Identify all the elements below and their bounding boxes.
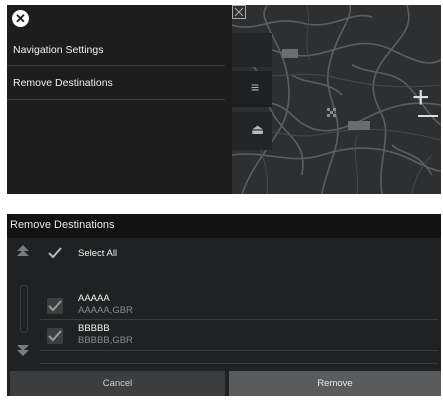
- select-all-row[interactable]: Select All: [40, 240, 438, 266]
- destination-detail: AAAAA,GBR: [78, 305, 133, 316]
- list-item[interactable]: AAAAA AAAAA,GBR: [40, 293, 438, 320]
- dialog-title: Remove Destinations: [10, 219, 115, 231]
- checkbox-select-all[interactable]: [47, 245, 63, 261]
- divider: [40, 319, 438, 320]
- menu-item-label: Navigation Settings: [13, 44, 104, 56]
- zoom-in-icon[interactable]: +: [412, 81, 430, 115]
- list-item[interactable]: BBBBB BBBBB,GBR: [40, 323, 438, 350]
- remove-button[interactable]: Remove: [229, 371, 441, 396]
- divider: [40, 350, 438, 351]
- background-row: ⏏: [232, 112, 272, 150]
- remove-destinations-dialog: Remove Destinations Select All AAAAA AAA…: [7, 214, 441, 396]
- cancel-button[interactable]: Cancel: [10, 371, 225, 396]
- menu-item-navigation-settings[interactable]: Navigation Settings: [7, 33, 232, 67]
- scroll-top-icon[interactable]: [16, 244, 30, 258]
- side-menu: ✕ Navigation Settings Remove Destination…: [7, 5, 232, 194]
- background-row: [232, 33, 272, 67]
- dialog-header: Remove Destinations: [7, 214, 441, 238]
- divider: [40, 363, 438, 364]
- destination-name: BBBBB: [78, 323, 110, 334]
- select-all-label: Select All: [78, 248, 118, 259]
- background-row: ≡: [232, 71, 272, 107]
- eject-icon: ⏏: [251, 121, 265, 137]
- menu-item-label: Remove Destinations: [13, 77, 113, 89]
- destination-name: AAAAA: [78, 293, 110, 304]
- scrollbar[interactable]: [20, 285, 28, 333]
- scroll-controls: [7, 238, 38, 364]
- scroll-bottom-icon[interactable]: [16, 343, 30, 357]
- checkbox-item[interactable]: [47, 328, 63, 344]
- checkbox-item[interactable]: [47, 298, 63, 314]
- destination-detail: BBBBB,GBR: [78, 335, 133, 346]
- zoom-out-icon[interactable]: [418, 115, 438, 117]
- navigation-screen: + ≡ ⏏ ✕ Navigation Settings Remove Desti…: [7, 5, 441, 194]
- divider: [7, 99, 225, 100]
- list-icon: ≡: [251, 79, 260, 95]
- expand-icon[interactable]: [232, 5, 246, 19]
- menu-item-remove-destinations[interactable]: Remove Destinations: [7, 66, 232, 100]
- close-icon[interactable]: ✕: [12, 10, 29, 27]
